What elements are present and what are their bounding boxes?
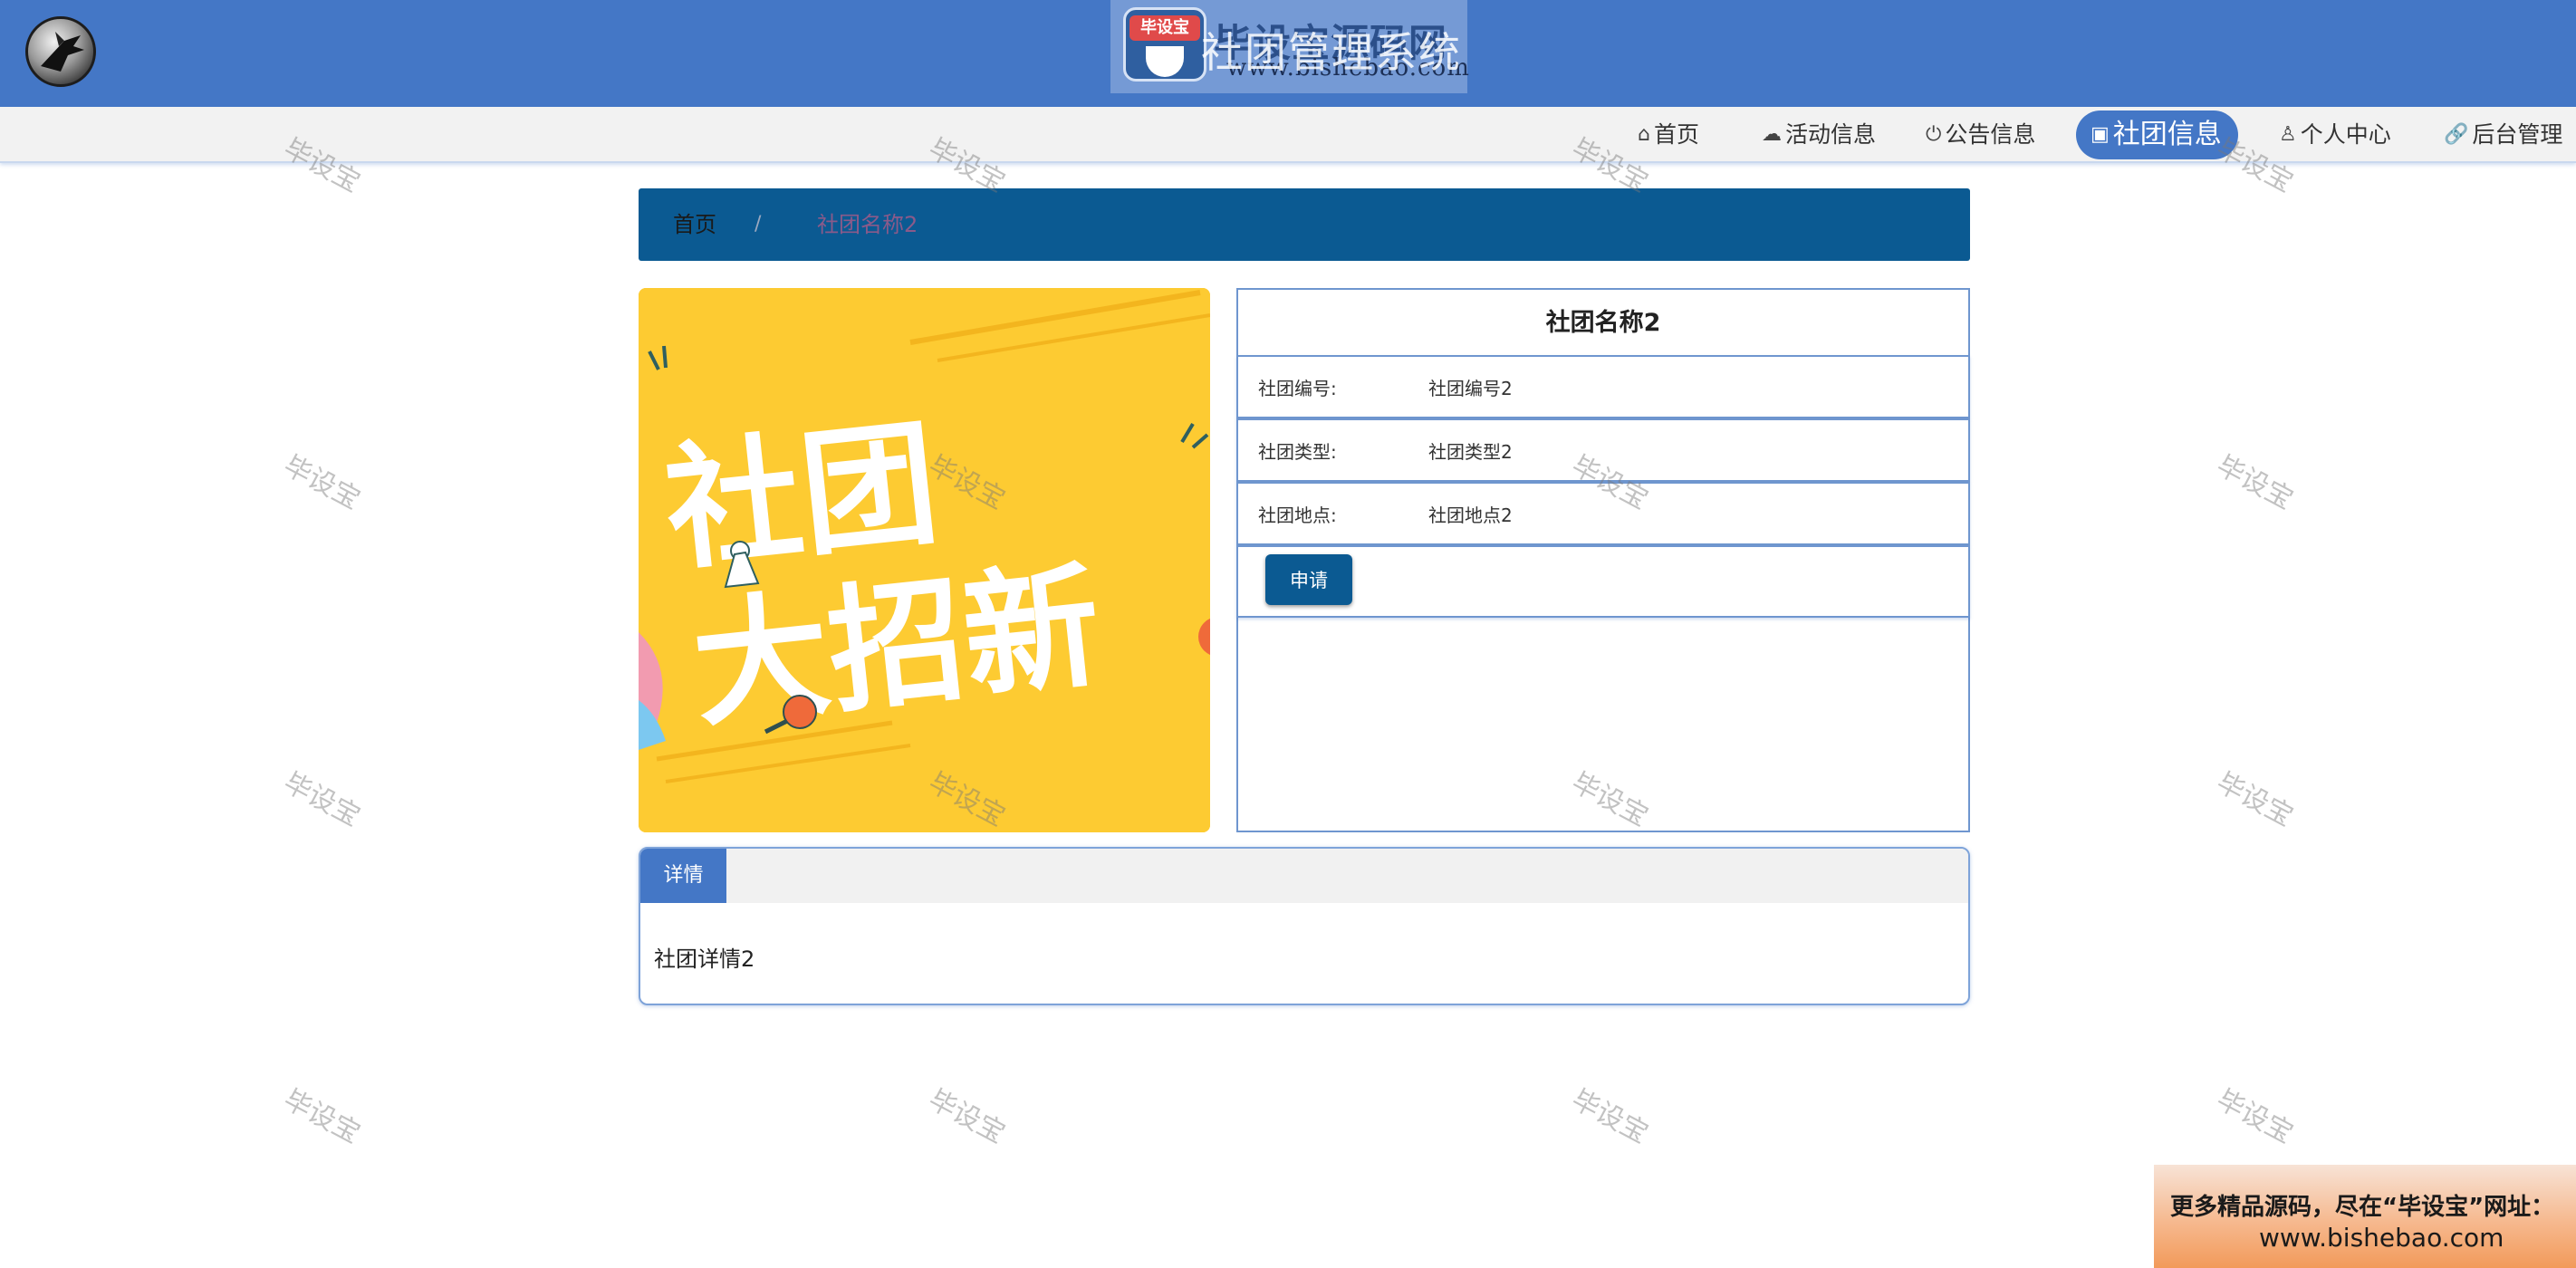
main-nav: ⌂ 首页 ☁ 活动信息 ⏻ 公告信息 ▣ 社团信息 ♙ 个人中心 🔗 后台管理 xyxy=(0,107,2576,163)
nav-item-profile[interactable]: ♙ 个人中心 xyxy=(2279,107,2391,163)
info-row-club-id: 社团编号: 社团编号2 xyxy=(1236,355,1970,418)
watermark-text: 毕设宝 xyxy=(1566,1083,1654,1150)
avatar-bird-icon xyxy=(41,32,84,72)
info-row-club-location: 社团地点: 社团地点2 xyxy=(1236,482,1970,545)
clipboard-icon: ▣ xyxy=(2091,123,2110,146)
home-icon: ⌂ xyxy=(1638,123,1650,146)
club-info-panel: 社团名称2 社团编号: 社团编号2 社团类型: 社团类型2 社团地点: 社团地点… xyxy=(1236,288,1970,832)
breadcrumb-current: 社团名称2 xyxy=(817,212,918,237)
promo-banner[interactable]: 更多精品源码，尽在“毕设宝”网址： www.bishebao.com xyxy=(2154,1165,2576,1268)
nav-item-announcements[interactable]: ⏻ 公告信息 xyxy=(1926,107,2035,163)
detail-tab-bar: 详情 xyxy=(640,849,1968,903)
watermark-text: 毕设宝 xyxy=(2211,1083,2299,1150)
nav-item-admin[interactable]: 🔗 后台管理 xyxy=(2444,107,2562,163)
logo-face-icon xyxy=(1146,46,1184,77)
nav-item-label: 社团信息 xyxy=(2112,119,2222,150)
row-value: 社团编号2 xyxy=(1428,378,1513,399)
watermark-text: 毕设宝 xyxy=(923,1083,1011,1150)
user-avatar[interactable] xyxy=(25,16,96,87)
watermark-text: 毕设宝 xyxy=(278,449,366,516)
nav-item-label: 活动信息 xyxy=(1785,121,1877,148)
watermark-text: 毕设宝 xyxy=(2211,449,2299,516)
header-bar: 毕设宝 毕设宝源码网 www.bishebao.com 社团管理系统 xyxy=(0,0,2576,107)
breadcrumb-home[interactable]: 首页 xyxy=(673,188,716,261)
cloud-icon: ☁ xyxy=(1762,123,1782,146)
breadcrumb-separator: / xyxy=(755,213,762,235)
club-name-title: 社团名称2 xyxy=(1545,309,1661,337)
user-icon: ♙ xyxy=(2279,123,2297,146)
info-row-club-type: 社团类型: 社团类型2 xyxy=(1236,418,1970,482)
link-icon: 🔗 xyxy=(2444,123,2469,146)
power-icon: ⏻ xyxy=(1926,123,1942,146)
nav-item-label: 后台管理 xyxy=(2472,121,2563,148)
breadcrumb: 首页 / 社团名称2 xyxy=(639,188,1970,261)
row-value: 社团地点2 xyxy=(1428,504,1513,526)
nav-item-activities[interactable]: ☁ 活动信息 xyxy=(1762,107,1876,163)
row-label: 社团编号: xyxy=(1258,378,1337,399)
banner-line1: 社团 xyxy=(658,403,946,590)
tab-detail[interactable]: 详情 xyxy=(640,849,726,903)
watermark-text: 毕设宝 xyxy=(278,766,366,833)
watermark-text: 毕设宝 xyxy=(278,1083,366,1150)
banner-artwork: 社团 大招新 xyxy=(639,288,1210,832)
nav-item-label: 首页 xyxy=(1653,121,1699,148)
row-value: 社团类型2 xyxy=(1428,441,1513,463)
logo-badge-icon: 毕设宝 xyxy=(1123,7,1206,82)
promo-text: 更多精品源码，尽在“毕设宝”网址： xyxy=(2170,1194,2555,1221)
promo-url[interactable]: www.bishebao.com xyxy=(2259,1223,2504,1253)
nav-item-label: 个人中心 xyxy=(2300,121,2391,148)
detail-panel: 详情 社团详情2 xyxy=(639,847,1970,1005)
club-banner-image: 社团 大招新 xyxy=(639,288,1210,832)
apply-button[interactable]: 申请 xyxy=(1265,554,1352,605)
detail-content: 社团详情2 xyxy=(654,946,755,972)
logo-badge-text: 毕设宝 xyxy=(1129,15,1200,41)
watermark-text: 毕设宝 xyxy=(2211,766,2299,833)
nav-item-home[interactable]: ⌂ 首页 xyxy=(1638,107,1699,163)
site-title: 社团管理系统 xyxy=(1201,28,1462,77)
apply-row: 申请 xyxy=(1236,545,1970,618)
row-label: 社团类型: xyxy=(1258,441,1337,463)
row-label: 社团地点: xyxy=(1258,504,1337,526)
nav-item-clubs[interactable]: ▣ 社团信息 xyxy=(2076,110,2238,159)
nav-item-label: 公告信息 xyxy=(1945,121,2036,148)
